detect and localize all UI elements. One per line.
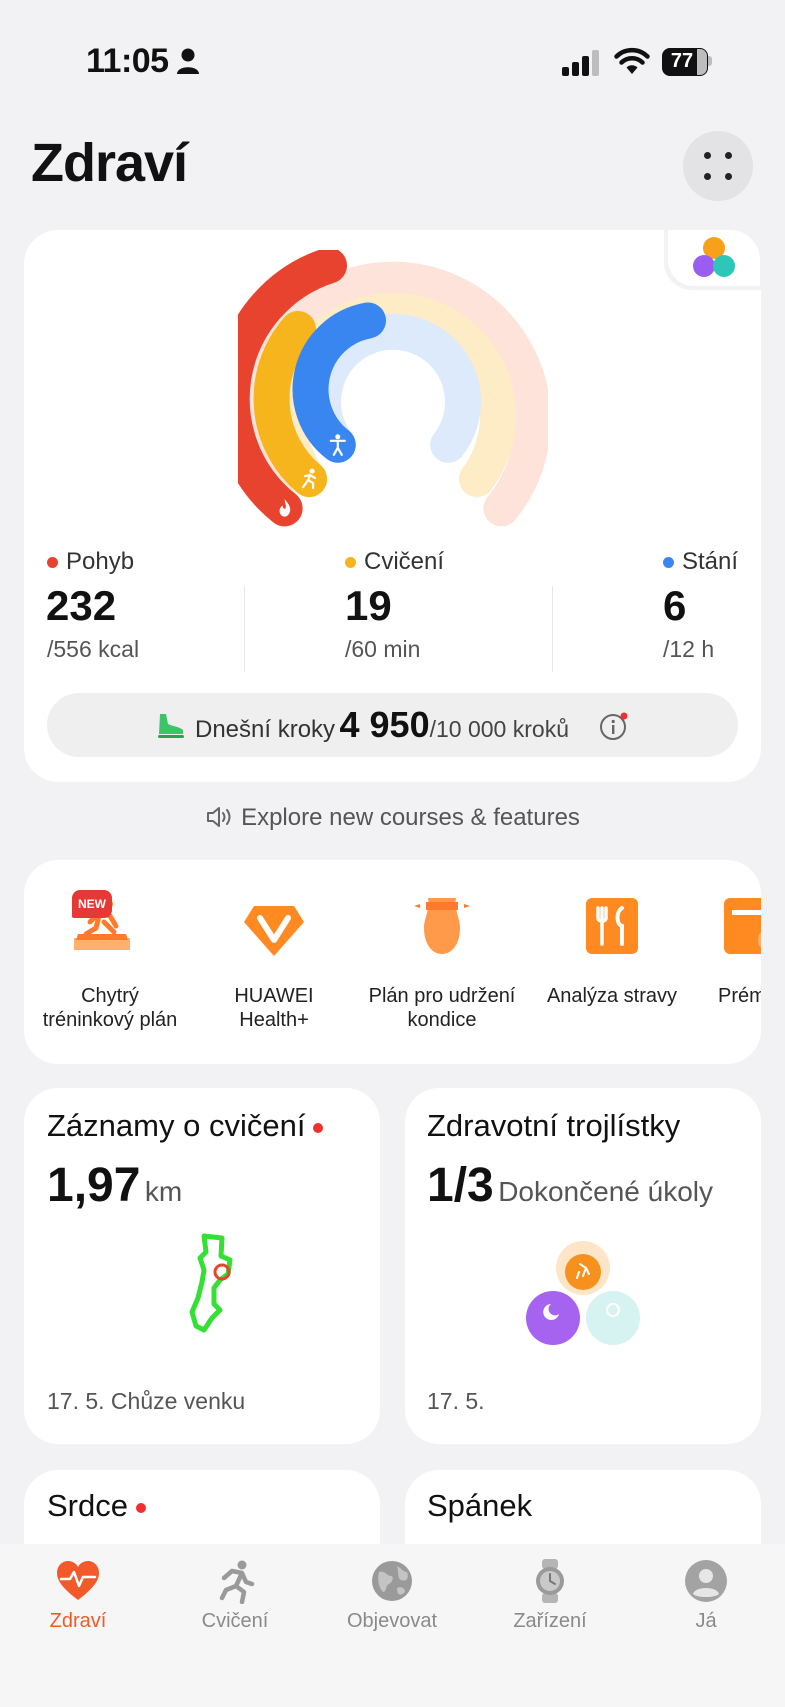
workout-distance: 1,97 km <box>47 1158 182 1213</box>
move-label: Pohyb <box>47 548 134 576</box>
body-shape-icon <box>414 898 470 954</box>
clover-progress: 1/3 Dokončené úkoly <box>427 1158 713 1213</box>
info-icon[interactable] <box>598 711 630 743</box>
three-circles-icon <box>693 237 735 277</box>
shortcut-smart-training-plan[interactable]: NEW Chytrý tréninkový plán <box>30 860 190 1064</box>
person-icon <box>177 48 199 74</box>
tile-title: Srdce <box>47 1488 146 1524</box>
shortcut-label: HUAWEI Health+ <box>234 985 314 1031</box>
premium-icon <box>724 898 761 954</box>
exercise-label: Cvičení <box>345 548 444 576</box>
status-time: 11:05 <box>86 42 169 80</box>
notification-dot <box>135 1502 146 1513</box>
health-clovers-tile[interactable]: Zdravotní trojlístky 1/3 Dokončené úkoly… <box>405 1088 761 1444</box>
clover-unit: Dokončené úkoly <box>498 1176 713 1207</box>
wifi-icon <box>614 47 650 74</box>
shortcut-label: Prémiov <box>718 985 761 1007</box>
nav-ja[interactable]: Já <box>636 1558 776 1633</box>
battery-level: 77 <box>670 50 694 72</box>
nav-zarizeni[interactable]: Zařízení <box>480 1558 620 1633</box>
grid-menu-button[interactable] <box>683 131 753 201</box>
route-map-icon <box>189 1233 233 1333</box>
speaker-icon <box>207 807 231 827</box>
workout-distance-value: 1,97 <box>47 1159 141 1212</box>
tile-title: Zdravotní trojlístky <box>427 1108 681 1143</box>
nav-objevovat[interactable]: Objevovat <box>322 1558 462 1633</box>
nav-zdravi[interactable]: Zdraví <box>8 1558 148 1633</box>
profile-icon <box>685 1560 727 1602</box>
diamond-v-icon <box>244 906 304 956</box>
clover-value: 1/3 <box>427 1159 494 1212</box>
bottom-navigation: Zdraví Cvičení Objevovat Zařízení Já <box>0 1544 785 1707</box>
tile-title: Spánek <box>427 1488 533 1523</box>
explore-banner[interactable]: Explore new courses & features <box>0 804 785 832</box>
activity-rings <box>238 250 548 527</box>
watch-icon <box>536 1559 564 1603</box>
nav-cviceni[interactable]: Cvičení <box>165 1558 305 1633</box>
tile-footer: 17. 5. <box>427 1388 485 1414</box>
shortcut-label: Chytrý tréninkový plán <box>42 985 178 1031</box>
exercise-goal: /60 min <box>345 636 421 662</box>
explore-text: Explore new courses & features <box>241 804 580 831</box>
workout-records-tile[interactable]: Záznamy o cvičení 1,97 km 17. 5. Chůze v… <box>24 1088 380 1444</box>
shortcuts-card: NEW Chytrý tréninkový plán HUAWEI Health+ … <box>24 860 761 1064</box>
page-title: Zdraví <box>31 133 188 193</box>
new-badge: NEW <box>72 890 112 918</box>
move-value: 232 <box>46 582 117 629</box>
stand-goal: /12 h <box>663 636 715 662</box>
tile-footer: 17. 5. Chůze venku <box>47 1388 246 1414</box>
steps-text: Dnešní kroky 4 950/10 000 kroků <box>195 704 569 746</box>
workout-distance-unit: km <box>144 1176 183 1207</box>
runner-icon <box>219 1560 255 1604</box>
battery-indicator: 77 <box>662 48 714 76</box>
stand-label: Stání <box>663 548 738 576</box>
shortcut-premium[interactable]: Prémiov <box>694 860 761 1064</box>
steps-value: 4 950 <box>339 704 430 745</box>
notification-dot <box>313 1122 324 1133</box>
globe-icon <box>372 1561 412 1601</box>
stand-value: 6 <box>663 582 687 629</box>
fork-knife-icon <box>586 898 638 954</box>
steps-label: Dnešní kroky <box>195 716 336 743</box>
shortcut-label: Analýza stravy <box>546 985 678 1007</box>
tile-title: Záznamy o cvičení <box>47 1108 324 1144</box>
cellular-signal-icon <box>562 50 599 76</box>
shortcut-huawei-health-plus[interactable]: HUAWEI Health+ <box>194 860 354 1064</box>
rings-switch-button[interactable] <box>668 230 760 286</box>
shortcut-label: Plán pro udržení kondice <box>368 985 516 1031</box>
move-goal: /556 kcal <box>47 636 140 662</box>
exercise-value: 19 <box>345 582 392 629</box>
clover-icon <box>526 1241 640 1345</box>
steps-goal: /10 000 kroků <box>429 716 569 742</box>
heart-rate-icon <box>57 1561 99 1600</box>
shortcut-diet-analysis[interactable]: Analýza stravy <box>530 860 694 1064</box>
shortcut-fitness-plan[interactable]: Plán pro udržení kondice <box>354 860 530 1064</box>
shoe-icon <box>158 714 184 738</box>
